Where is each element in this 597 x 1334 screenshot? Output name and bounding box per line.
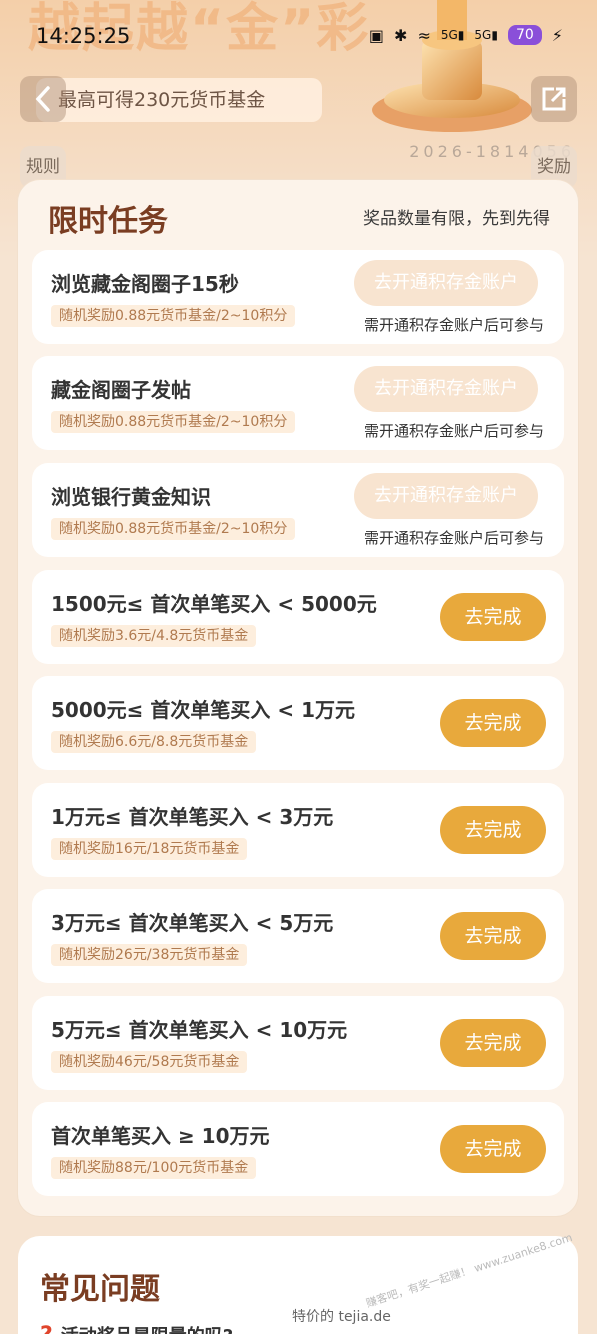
tasks-title: 限时任务 bbox=[48, 204, 168, 239]
open-account-button[interactable]: 去开通积存金账户 bbox=[354, 366, 538, 412]
task-name: 5000元≤ 首次单笔买入 < 1万元 bbox=[51, 698, 355, 722]
charging-icon: ⚡ bbox=[551, 25, 563, 45]
open-account-button[interactable]: 去开通积存金账户 bbox=[354, 473, 538, 519]
faq-title: 常见问题 bbox=[40, 1272, 160, 1307]
wifi-icon: ≈ bbox=[417, 25, 431, 45]
share-icon bbox=[542, 87, 566, 111]
tasks-note: 奖品数量有限，先到先得 bbox=[363, 209, 550, 229]
task-card: 藏金阁圈子发帖 随机奖励0.88元货币基金/2~10积分 去开通积存金账户 需开… bbox=[32, 356, 564, 450]
bluetooth-icon: ✱ bbox=[394, 25, 408, 45]
task-card: 1万元≤ 首次单笔买入 < 3万元 随机奖励16元/18元货币基金 去完成 bbox=[32, 783, 564, 877]
status-bar: 14:25:25 ▣ ✱ ≈ 5G▮ 5G▮ 70 ⚡ bbox=[0, 0, 597, 64]
requirement-note: 需开通积存金账户后可参与 bbox=[363, 529, 544, 547]
task-name: 3万元≤ 首次单笔买入 < 5万元 bbox=[51, 911, 334, 935]
task-reward: 随机奖励0.88元货币基金/2~10积分 bbox=[51, 305, 296, 327]
task-reward: 随机奖励16元/18元货币基金 bbox=[51, 838, 248, 860]
task-reward: 随机奖励3.6元/4.8元货币基金 bbox=[51, 625, 257, 647]
complete-task-button[interactable]: 去完成 bbox=[440, 699, 546, 747]
task-card: 5万元≤ 首次单笔买入 < 10万元 随机奖励46元/58元货币基金 去完成 bbox=[32, 996, 564, 1090]
task-card: 3万元≤ 首次单笔买入 < 5万元 随机奖励26元/38元货币基金 去完成 bbox=[32, 889, 564, 983]
task-card: 浏览藏金阁圈子15秒 随机奖励0.88元货币基金/2~10积分 去开通积存金账户… bbox=[32, 250, 564, 344]
task-reward: 随机奖励26元/38元货币基金 bbox=[51, 944, 248, 966]
task-reward: 随机奖励6.6元/8.8元货币基金 bbox=[51, 731, 257, 753]
task-reward: 随机奖励88元/100元货币基金 bbox=[51, 1157, 257, 1179]
task-name: 藏金阁圈子发帖 bbox=[51, 378, 191, 402]
signal-icon-2: 5G▮ bbox=[474, 28, 498, 42]
nfc-icon: ▣ bbox=[368, 25, 385, 45]
task-name: 浏览银行黄金知识 bbox=[51, 485, 211, 509]
complete-task-button[interactable]: 去完成 bbox=[440, 593, 546, 641]
requirement-note: 需开通积存金账户后可参与 bbox=[363, 422, 544, 440]
watermark: 特价的 tejia.de bbox=[292, 1309, 391, 1325]
complete-task-button[interactable]: 去完成 bbox=[440, 1019, 546, 1067]
task-card: 5000元≤ 首次单笔买入 < 1万元 随机奖励6.6元/8.8元货币基金 去完… bbox=[32, 676, 564, 770]
open-account-button[interactable]: 去开通积存金账户 bbox=[354, 260, 538, 306]
task-card: 首次单笔买入 ≥ 10万元 随机奖励88元/100元货币基金 去完成 bbox=[32, 1102, 564, 1196]
task-name: 1500元≤ 首次单笔买入 < 5000元 bbox=[51, 592, 377, 616]
limited-tasks-panel: 限时任务 奖品数量有限，先到先得 浏览藏金阁圈子15秒 随机奖励0.88元货币基… bbox=[18, 180, 578, 1216]
promo-banner: 最高可得230元货币基金 bbox=[36, 78, 322, 122]
requirement-note: 需开通积存金账户后可参与 bbox=[363, 316, 544, 334]
task-reward: 随机奖励46元/58元货币基金 bbox=[51, 1051, 248, 1073]
back-button[interactable] bbox=[20, 76, 66, 122]
chevron-left-icon bbox=[35, 86, 50, 112]
share-button[interactable] bbox=[531, 76, 577, 122]
complete-task-button[interactable]: 去完成 bbox=[440, 1125, 546, 1173]
task-card: 1500元≤ 首次单笔买入 < 5000元 随机奖励3.6元/4.8元货币基金 … bbox=[32, 570, 564, 664]
status-icons: ▣ ✱ ≈ 5G▮ 5G▮ 70 ⚡ bbox=[369, 24, 563, 46]
faq-question-text: 活动奖品是限量的吗? bbox=[61, 1322, 233, 1334]
task-reward: 随机奖励0.88元货币基金/2~10积分 bbox=[51, 411, 296, 433]
task-name: 浏览藏金阁圈子15秒 bbox=[51, 272, 239, 296]
task-reward: 随机奖励0.88元货币基金/2~10积分 bbox=[51, 518, 296, 540]
complete-task-button[interactable]: 去完成 bbox=[440, 806, 546, 854]
task-name: 1万元≤ 首次单笔买入 < 3万元 bbox=[51, 805, 334, 829]
task-card: 浏览银行黄金知识 随机奖励0.88元货币基金/2~10积分 去开通积存金账户 需… bbox=[32, 463, 564, 557]
task-name: 首次单笔买入 ≥ 10万元 bbox=[51, 1124, 270, 1148]
faq-question[interactable]: ? 活动奖品是限量的吗? bbox=[40, 1322, 233, 1334]
complete-task-button[interactable]: 去完成 bbox=[440, 912, 546, 960]
battery-indicator: 70 bbox=[507, 25, 542, 45]
signal-icon: 5G▮ bbox=[440, 28, 465, 42]
question-icon: ? bbox=[40, 1323, 53, 1334]
clock: 14:25:25 bbox=[36, 24, 131, 48]
task-name: 5万元≤ 首次单笔买入 < 10万元 bbox=[51, 1018, 348, 1042]
